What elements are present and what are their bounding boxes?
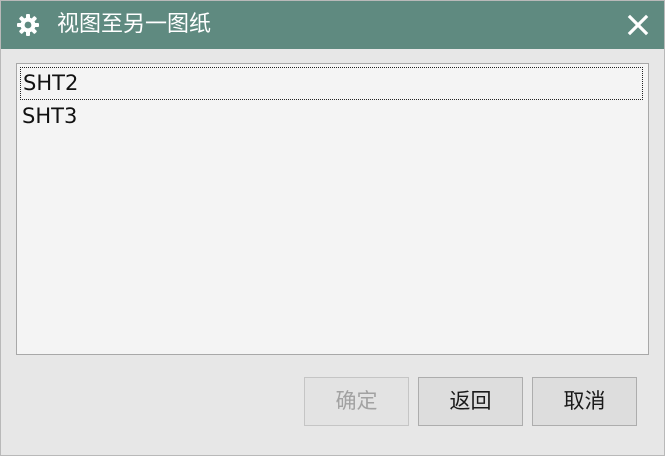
sheet-listbox[interactable]: SHT2 SHT3 <box>16 63 649 355</box>
ok-button[interactable]: 确定 <box>304 377 409 426</box>
cancel-button[interactable]: 取消 <box>532 377 637 426</box>
list-item-sht3[interactable]: SHT3 <box>20 101 643 134</box>
title-bar: 视图至另一图纸 <box>1 1 664 49</box>
gear-icon <box>17 14 39 36</box>
dialog-title: 视图至另一图纸 <box>57 12 212 37</box>
view-to-another-sheet-dialog: 视图至另一图纸 SHT2 SHT3 确定 返回 取消 <box>0 0 665 456</box>
list-item-sht2[interactable]: SHT2 <box>20 67 643 100</box>
close-icon[interactable] <box>624 11 652 39</box>
back-button[interactable]: 返回 <box>418 377 523 426</box>
